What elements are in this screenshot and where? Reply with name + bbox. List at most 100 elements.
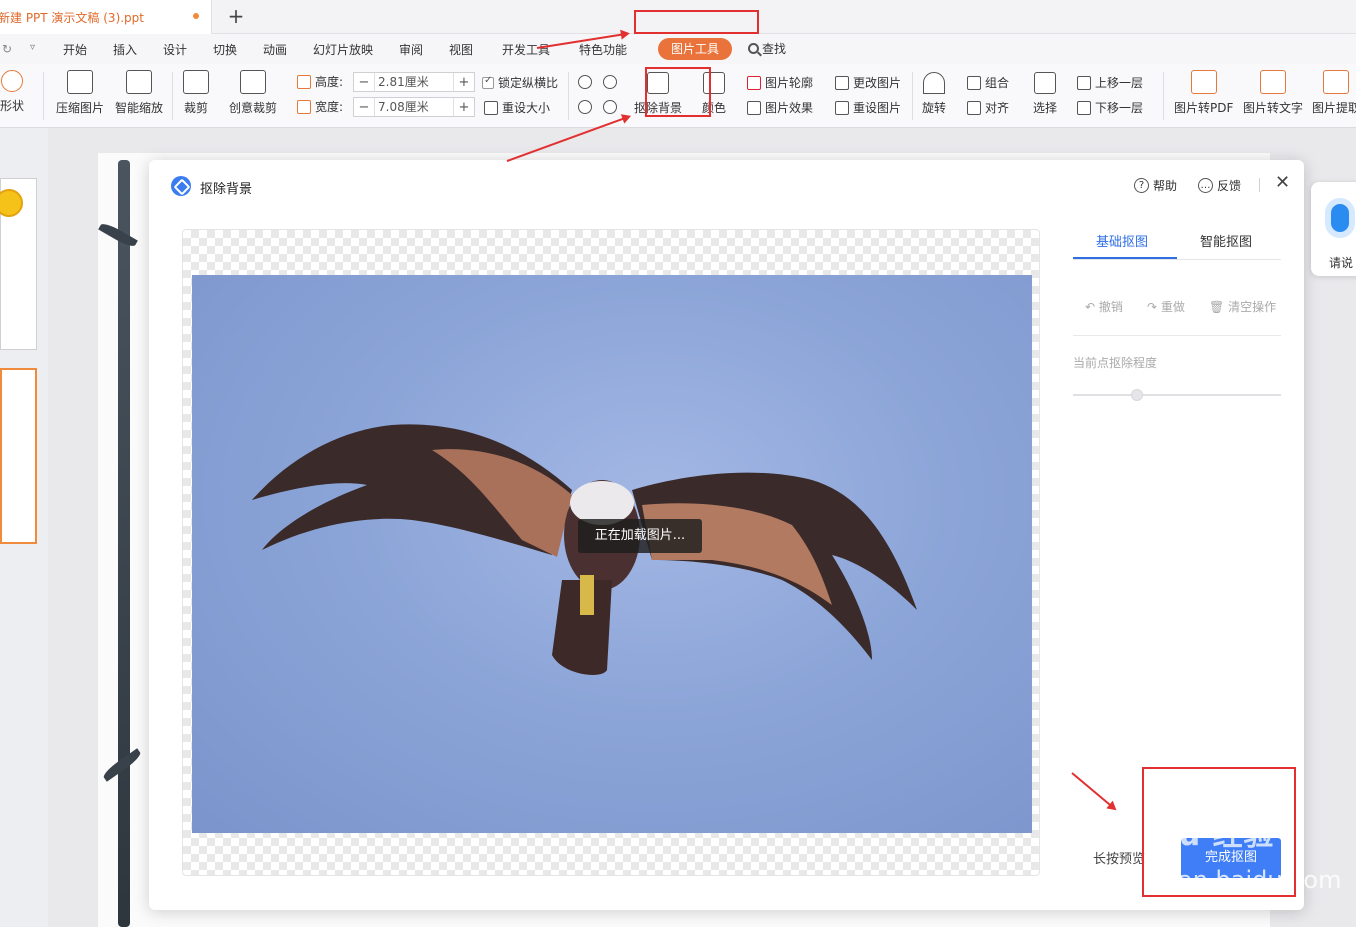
menu-tab-picture-tools[interactable]: 图片工具 xyxy=(658,38,732,60)
picture-outline-icon xyxy=(747,75,761,90)
crop-button[interactable]: 裁剪 xyxy=(183,70,209,116)
menu-tab-review[interactable]: 审阅 xyxy=(399,41,423,58)
reset-picture-label: 重设图片 xyxy=(853,101,902,115)
voice-input-widget[interactable]: 请说 xyxy=(1311,182,1356,276)
width-value[interactable]: 7.08厘米 xyxy=(374,98,454,116)
picture-to-pdf-button[interactable]: 图片转PDF xyxy=(1174,70,1233,116)
clear-label: 清空操作 xyxy=(1228,300,1277,314)
contrast-down-button[interactable] xyxy=(603,100,617,114)
height-value[interactable]: 2.81厘米 xyxy=(374,73,454,91)
width-icon xyxy=(297,99,311,114)
smart-zoom-button[interactable]: 智能缩放 xyxy=(115,70,163,116)
creative-crop-button[interactable]: 创意裁剪 xyxy=(229,70,277,116)
clear-button[interactable]: 🗑 清空操作 xyxy=(1209,298,1276,315)
quick-access-dropdown-icon[interactable]: ▿ xyxy=(30,42,35,53)
menu-tab-features[interactable]: 特色功能 xyxy=(579,41,627,58)
reset-picture-button[interactable]: 重设图片 xyxy=(835,99,901,116)
undo-button[interactable]: ↶ 撤销 xyxy=(1085,298,1123,315)
rotate-button[interactable]: 旋转 xyxy=(922,72,946,116)
lock-ratio-checkbox[interactable]: 锁定纵横比 xyxy=(482,74,558,91)
send-backward-icon xyxy=(1077,100,1091,115)
rotate-icon xyxy=(923,72,945,94)
menu-bar: ↻ ▿ 开始 插入 设计 切换 动画 幻灯片放映 审阅 视图 开发工具 特色功能… xyxy=(0,34,1356,64)
brightness-up-icon xyxy=(578,75,592,89)
compress-picture-button[interactable]: 压缩图片 xyxy=(56,70,104,116)
width-stepper[interactable]: − 7.08厘米 + xyxy=(353,97,475,117)
rotate-label: 旋转 xyxy=(922,101,947,115)
degree-slider-track[interactable] xyxy=(1073,394,1281,396)
crop-icon xyxy=(183,70,209,94)
remove-background-dialog: 抠除背景 ? 帮助 … 反馈 ✕ 正在加载图片... 基础抠图 智能抠图 ↶ 撤… xyxy=(149,160,1304,910)
menu-tab-insert[interactable]: 插入 xyxy=(113,41,137,58)
feedback-button[interactable]: … 反馈 xyxy=(1198,177,1241,194)
select-button[interactable]: 选择 xyxy=(1033,72,1057,116)
voice-label: 请说 xyxy=(1329,256,1354,270)
width-label: 宽度: xyxy=(315,100,344,114)
degree-slider-handle[interactable] xyxy=(1131,389,1143,401)
ribbon-divider xyxy=(568,72,569,120)
bring-forward-button[interactable]: 上移一层 xyxy=(1077,74,1143,91)
height-decrease-button[interactable]: − xyxy=(354,75,374,90)
brightness-up-button[interactable] xyxy=(578,75,592,89)
picture-to-text-button[interactable]: 图片转文字 xyxy=(1243,70,1303,116)
group-button[interactable]: 组合 xyxy=(967,74,1009,91)
ribbon-divider xyxy=(43,72,44,120)
menu-tab-home[interactable]: 开始 xyxy=(63,41,87,58)
picture-to-text-label: 图片转文字 xyxy=(1243,101,1304,115)
slide-thumbnail[interactable] xyxy=(0,178,37,350)
eagle-photo: 正在加载图片... xyxy=(192,275,1032,833)
picture-outline-button[interactable]: 图片轮廓 xyxy=(747,74,813,91)
tab-smart-cutout[interactable]: 智能抠图 xyxy=(1200,231,1252,250)
contrast-up-icon xyxy=(603,75,617,89)
creative-crop-label: 创意裁剪 xyxy=(229,101,278,115)
ribbon-divider xyxy=(172,72,173,120)
lock-ratio-check-icon xyxy=(482,75,494,89)
picture-extract-button[interactable]: 图片提取 xyxy=(1312,70,1356,116)
send-backward-button[interactable]: 下移一层 xyxy=(1077,99,1143,116)
annotation-box-remove-bg xyxy=(645,67,711,117)
menu-tab-design[interactable]: 设计 xyxy=(163,41,187,58)
change-picture-button[interactable]: 更改图片 xyxy=(835,74,901,91)
close-button[interactable]: ✕ xyxy=(1275,173,1290,193)
width-decrease-button[interactable]: − xyxy=(354,100,374,115)
menu-tab-animations[interactable]: 动画 xyxy=(263,41,287,58)
active-tab-indicator xyxy=(1073,257,1177,259)
tab-basic-cutout[interactable]: 基础抠图 xyxy=(1096,231,1148,250)
contrast-down-icon xyxy=(603,100,617,114)
search-button[interactable]: 查找 xyxy=(748,40,786,57)
height-increase-button[interactable]: + xyxy=(454,75,474,90)
slide-thumbnail-selected[interactable] xyxy=(0,368,37,544)
dialog-title: 抠除背景 xyxy=(200,182,253,197)
annotation-box-finish xyxy=(1142,767,1296,897)
height-icon xyxy=(297,74,311,89)
search-label: 查找 xyxy=(762,42,787,56)
align-button[interactable]: 对齐 xyxy=(967,99,1009,116)
shape-button[interactable]: 形状 xyxy=(0,70,24,114)
new-tab-button[interactable]: + xyxy=(226,4,246,28)
brightness-down-button[interactable] xyxy=(578,100,592,114)
bring-forward-icon xyxy=(1077,75,1091,90)
microphone-icon xyxy=(1325,198,1355,238)
document-tab[interactable]: 新建 PPT 演示文稿 (3).ppt xyxy=(0,0,212,34)
group-label: 组合 xyxy=(985,76,1010,90)
height-stepper[interactable]: − 2.81厘米 + xyxy=(353,72,475,92)
menu-tab-transitions[interactable]: 切换 xyxy=(213,41,237,58)
redo-label: 重做 xyxy=(1160,300,1185,314)
actions-divider xyxy=(1073,335,1281,336)
picture-to-pdf-label: 图片转PDF xyxy=(1174,101,1234,115)
reset-size-icon xyxy=(484,100,498,115)
picture-effects-button[interactable]: 图片效果 xyxy=(747,99,813,116)
menu-tab-view[interactable]: 视图 xyxy=(449,41,473,58)
image-canvas[interactable]: 正在加载图片... xyxy=(182,229,1040,876)
redo-icon[interactable]: ↻ xyxy=(2,42,12,56)
ribbon-divider xyxy=(1163,72,1164,120)
help-button[interactable]: ? 帮助 xyxy=(1134,177,1177,194)
menu-tab-slideshow[interactable]: 幻灯片放映 xyxy=(313,41,373,58)
menu-tab-developer[interactable]: 开发工具 xyxy=(502,41,550,58)
reset-size-button[interactable]: 重设大小 xyxy=(484,99,550,116)
contrast-up-button[interactable] xyxy=(603,75,617,89)
width-increase-button[interactable]: + xyxy=(454,100,474,115)
redo-button[interactable]: ↷ 重做 xyxy=(1147,298,1185,315)
lock-ratio-label: 锁定纵横比 xyxy=(498,76,559,90)
send-backward-label: 下移一层 xyxy=(1095,101,1144,115)
